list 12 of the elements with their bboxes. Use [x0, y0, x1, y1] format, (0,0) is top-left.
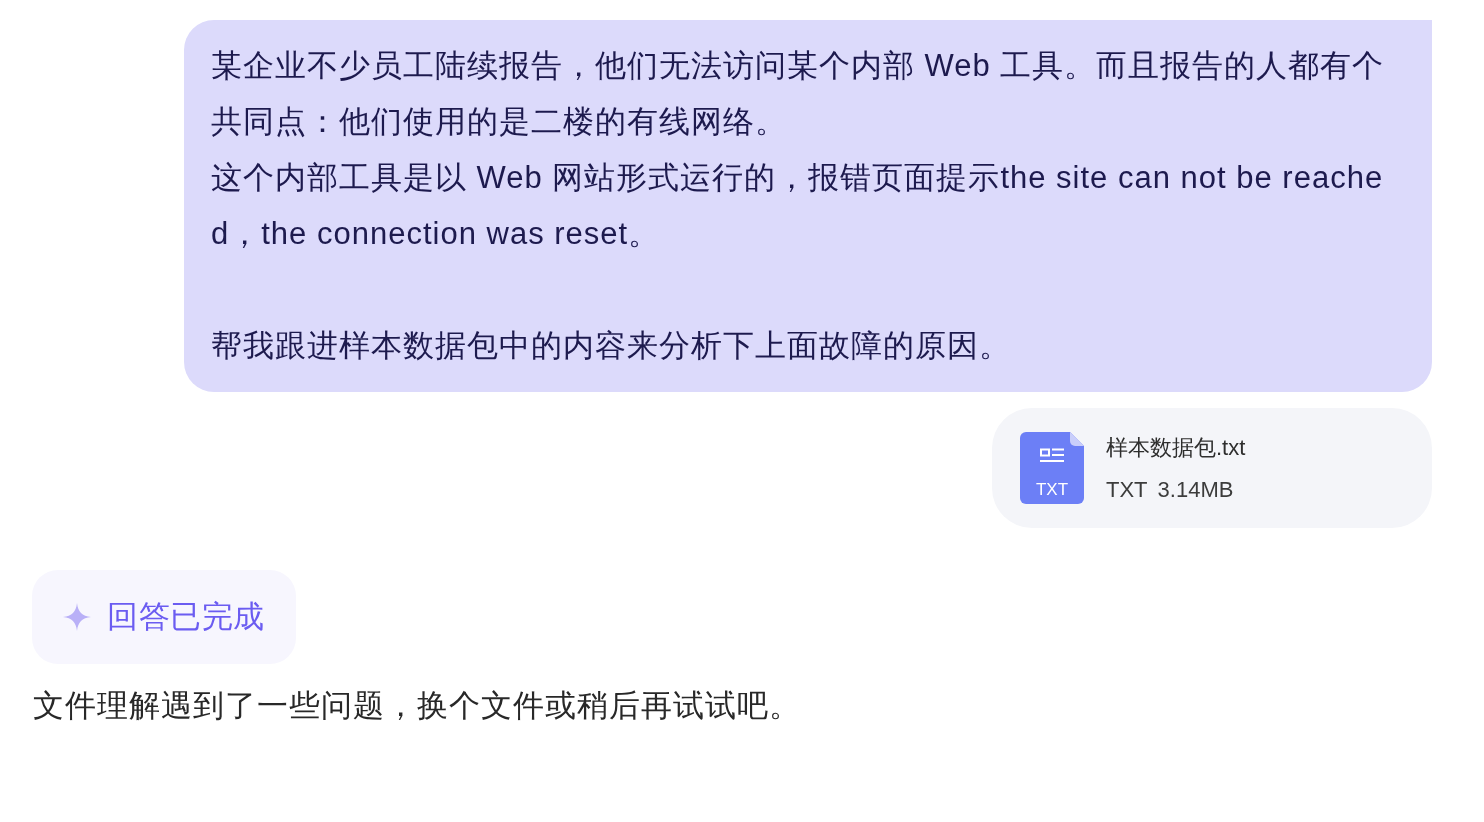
file-type: TXT: [1106, 476, 1148, 504]
message-paragraph: 帮我跟进样本数据包中的内容来分析下上面故障的原因。: [211, 327, 1012, 365]
message-paragraph: 某企业不少员工陆续报告，他们无法访问某个内部 Web 工具。而且报告的人都有个共同点：他们使用的是二楼的有线网络。: [211, 47, 1386, 141]
file-attachment-card[interactable]: TXT 样本数据包.txt TXT 3.14MB: [992, 408, 1432, 528]
document-icon: [1020, 432, 1084, 504]
file-name: 样本数据包.txt: [1106, 434, 1246, 462]
answer-status-text: 回答已完成: [107, 598, 265, 636]
reply-text: 文件理解遇到了一些问题，换个文件或稍后再试试吧。: [33, 687, 802, 725]
file-size: 3.14MB: [1157, 476, 1234, 504]
file-type-label: TXT: [1035, 480, 1069, 500]
message-paragraph: 这个内部工具是以 Web 网站形式运行的，报错页面提示the site can not be reached，the connection was reset。: [211, 159, 1385, 253]
sparkle-icon: [63, 603, 91, 631]
